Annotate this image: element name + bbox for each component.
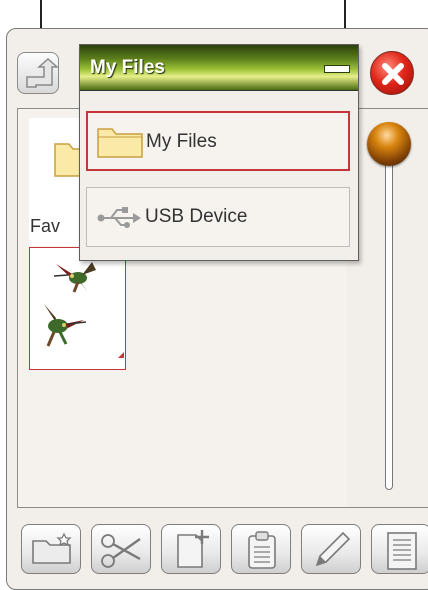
cut-button[interactable] [91, 524, 151, 574]
close-button[interactable] [370, 51, 414, 95]
favorites-label: Fav [30, 216, 61, 236]
new-folder-button[interactable] [21, 524, 81, 574]
minimize-icon[interactable] [324, 65, 350, 73]
location-dropdown: My Files My Files USB Device [79, 44, 359, 261]
scrollbar-track[interactable] [385, 160, 393, 490]
scrollbar-knob[interactable] [367, 122, 411, 166]
dropdown-item-label: My Files [146, 131, 217, 152]
scissors-icon [101, 534, 141, 568]
rename-button[interactable] [301, 524, 361, 574]
dropdown-title: My Files [90, 57, 165, 78]
new-folder-icon [32, 532, 72, 564]
dropdown-item-usb-device[interactable]: USB Device [86, 187, 350, 247]
dropdown-item-my-files[interactable]: My Files [86, 111, 350, 171]
info-button[interactable] [371, 524, 428, 574]
arrow-up-icon [26, 57, 59, 88]
pencil-icon [315, 531, 351, 567]
document-icon [387, 532, 417, 570]
clipboard-icon [248, 531, 276, 569]
hummingbird-design-image [44, 262, 124, 358]
dropdown-item-label: USB Device [145, 206, 248, 227]
usb-icon [97, 207, 141, 228]
dropdown-header[interactable]: My Files [80, 45, 358, 91]
paste-button[interactable] [231, 524, 291, 574]
new-file-icon [177, 530, 209, 568]
embroidery-design-tile[interactable] [29, 247, 126, 370]
parent-folder-button[interactable] [17, 52, 59, 94]
close-icon [382, 63, 404, 85]
folder-icon [97, 128, 143, 158]
new-file-button[interactable] [161, 524, 221, 574]
